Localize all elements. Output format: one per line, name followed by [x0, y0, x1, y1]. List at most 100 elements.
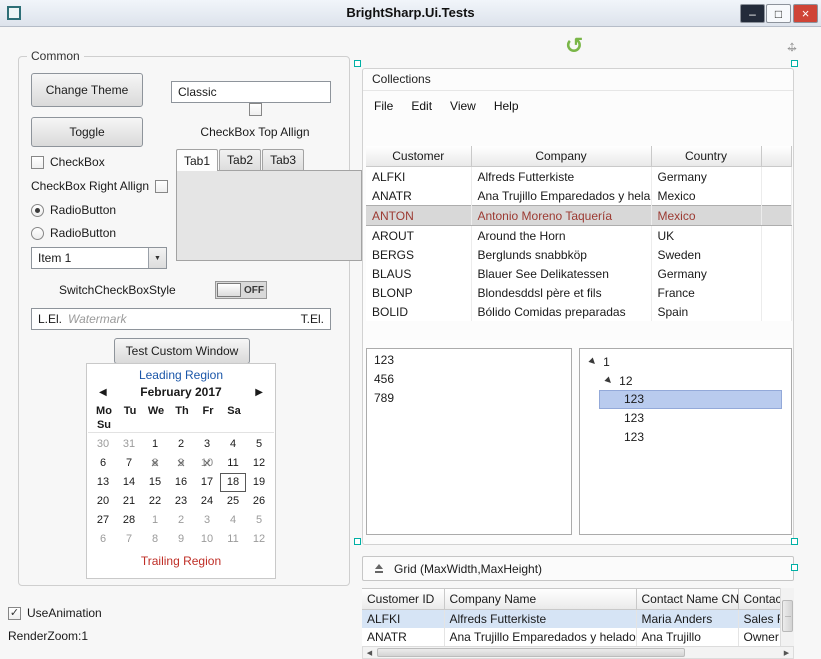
- column-header[interactable]: Contac: [738, 589, 780, 610]
- calendar-day[interactable]: 1: [142, 435, 168, 454]
- table-cell[interactable]: AROUT: [366, 226, 471, 246]
- table-cell[interactable]: Antonio Moreno Taquería: [471, 206, 651, 226]
- tree-item-leaf[interactable]: 123: [599, 409, 782, 428]
- table-cell[interactable]: Mexico: [651, 206, 761, 226]
- calendar-day[interactable]: 9: [168, 530, 194, 549]
- tree-item-leaf[interactable]: 123: [599, 390, 782, 409]
- tree-item-child[interactable]: ▶ 12: [580, 371, 791, 390]
- table-cell[interactable]: Ana Trujillo Emparedados y helados: [444, 628, 636, 646]
- vertical-scrollbar-thumb[interactable]: ···: [782, 600, 793, 632]
- radio-button-1[interactable]: RadioButton: [31, 203, 116, 217]
- column-header[interactable]: Customer ID: [362, 589, 444, 610]
- minimize-button[interactable]: –: [740, 4, 765, 23]
- table-cell[interactable]: ANATR: [366, 186, 471, 206]
- bottom-grid[interactable]: Customer IDCompany NameContact Name CNCo…: [362, 589, 780, 646]
- checkbox-plain[interactable]: CheckBox: [31, 155, 105, 169]
- collapse-icon[interactable]: [374, 564, 384, 574]
- list-box[interactable]: 123456789: [366, 348, 572, 535]
- table-cell[interactable]: BLAUS: [366, 264, 471, 283]
- calendar-day[interactable]: 1: [142, 511, 168, 530]
- list-item[interactable]: 789: [367, 389, 571, 408]
- calendar-day[interactable]: 2: [168, 435, 194, 454]
- tab-tab2[interactable]: Tab2: [219, 149, 261, 170]
- calendar-day[interactable]: 21: [116, 492, 142, 511]
- close-button[interactable]: ×: [793, 4, 818, 23]
- calendar-day[interactable]: 6: [90, 454, 116, 473]
- calendar-day[interactable]: 14: [116, 473, 142, 492]
- table-cell[interactable]: Bólido Comidas preparadas: [471, 302, 651, 321]
- calendar-day[interactable]: 9×: [168, 454, 194, 473]
- checkbox-right-align[interactable]: CheckBox Right Allign: [31, 179, 168, 193]
- table-row[interactable]: ALFKIAlfreds FutterkisteMaria AndersSale…: [362, 610, 780, 629]
- theme-combobox[interactable]: Classic: [171, 81, 331, 103]
- watermark-textbox[interactable]: L.El. Watermark T.El.: [31, 308, 331, 330]
- calendar-day[interactable]: 15: [142, 473, 168, 492]
- checkbox-right-align-box[interactable]: [155, 180, 168, 193]
- column-header[interactable]: Contact Name CN: [636, 589, 738, 610]
- table-cell[interactable]: Mexico: [651, 186, 761, 206]
- combobox-dropdown-button[interactable]: ▼: [148, 248, 166, 268]
- calendar-day[interactable]: 4: [220, 511, 246, 530]
- checkbox-plain-box[interactable]: [31, 156, 44, 169]
- calendar-day[interactable]: 17: [194, 473, 220, 492]
- calendar-day[interactable]: 5: [246, 511, 272, 530]
- table-cell[interactable]: Spain: [651, 302, 761, 321]
- calendar-day[interactable]: 11: [220, 454, 246, 473]
- table-row[interactable]: ANTONAntonio Moreno TaqueríaMexico: [366, 206, 791, 226]
- calendar-day[interactable]: 7: [116, 530, 142, 549]
- table-cell[interactable]: ALFKI: [362, 610, 444, 629]
- checkbox-top-align[interactable]: CheckBox Top Allign: [169, 103, 341, 139]
- tree-expander-icon[interactable]: ▶: [588, 356, 599, 367]
- maximize-button[interactable]: □: [766, 4, 791, 23]
- table-cell[interactable]: Ana Trujillo: [636, 628, 738, 646]
- table-row[interactable]: ANATRAna Trujillo Emparedados y heladosA…: [362, 628, 780, 646]
- calendar-day[interactable]: 3: [194, 511, 220, 530]
- table-cell[interactable]: ANTON: [366, 206, 471, 226]
- selection-handle[interactable]: [791, 564, 798, 571]
- calendar-day[interactable]: 16: [168, 473, 194, 492]
- calendar-month-label[interactable]: February 2017: [107, 385, 256, 399]
- calendar-day[interactable]: 3: [194, 435, 220, 454]
- switch-knob[interactable]: [217, 283, 241, 297]
- table-cell[interactable]: Germany: [651, 264, 761, 283]
- table-cell[interactable]: Owner: [738, 628, 780, 646]
- vertical-scrollbar[interactable]: ···: [780, 588, 794, 646]
- calendar-day[interactable]: 25: [220, 492, 246, 511]
- table-cell[interactable]: Ana Trujillo Emparedados y hela: [471, 186, 651, 206]
- table-cell[interactable]: Blauer See Delikatessen: [471, 264, 651, 283]
- table-cell[interactable]: Germany: [651, 167, 761, 187]
- menu-help[interactable]: Help: [485, 96, 528, 116]
- title-bar[interactable]: BrightSharp.Ui.Tests – □ ×: [0, 0, 821, 27]
- calendar-day[interactable]: 2: [168, 511, 194, 530]
- table-cell[interactable]: France: [651, 283, 761, 302]
- table-cell[interactable]: Sweden: [651, 245, 761, 264]
- calendar-day[interactable]: 6: [90, 530, 116, 549]
- calendar-day[interactable]: 23: [168, 492, 194, 511]
- move-icon[interactable]: ↔ ↕: [783, 38, 801, 56]
- refresh-icon[interactable]: ↺: [565, 33, 583, 59]
- selection-handle[interactable]: [354, 538, 361, 545]
- table-cell[interactable]: Alfreds Futterkiste: [471, 167, 651, 187]
- use-animation-checkbox[interactable]: ✓ UseAnimation: [8, 606, 102, 620]
- table-row[interactable]: AROUTAround the HornUK: [366, 226, 791, 246]
- table-cell[interactable]: ANATR: [362, 628, 444, 646]
- column-header[interactable]: Company Name: [444, 589, 636, 610]
- list-item[interactable]: 456: [367, 370, 571, 389]
- tree-expander-icon[interactable]: ▶: [604, 375, 615, 386]
- table-row[interactable]: BOLIDBólido Comidas preparadasSpain: [366, 302, 791, 321]
- calendar-day[interactable]: 10×: [194, 454, 220, 473]
- calendar-day[interactable]: 20: [90, 492, 116, 511]
- calendar-day[interactable]: 11: [220, 530, 246, 549]
- calendar-day[interactable]: 27: [90, 511, 116, 530]
- tab-tab1[interactable]: Tab1: [176, 149, 218, 171]
- test-custom-window-button[interactable]: Test Custom Window: [114, 338, 250, 364]
- table-cell[interactable]: Berglunds snabbköp: [471, 245, 651, 264]
- scroll-right-icon[interactable]: ▶: [780, 649, 793, 657]
- calendar-day[interactable]: 8: [142, 530, 168, 549]
- table-cell[interactable]: ALFKI: [366, 167, 471, 187]
- horizontal-scrollbar-thumb[interactable]: [377, 648, 685, 657]
- calendar-day[interactable]: 4: [220, 435, 246, 454]
- table-row[interactable]: ANATRAna Trujillo Emparedados y helaMexi…: [366, 186, 791, 206]
- list-item[interactable]: 123: [367, 351, 571, 370]
- table-row[interactable]: BLAUSBlauer See DelikatessenGermany: [366, 264, 791, 283]
